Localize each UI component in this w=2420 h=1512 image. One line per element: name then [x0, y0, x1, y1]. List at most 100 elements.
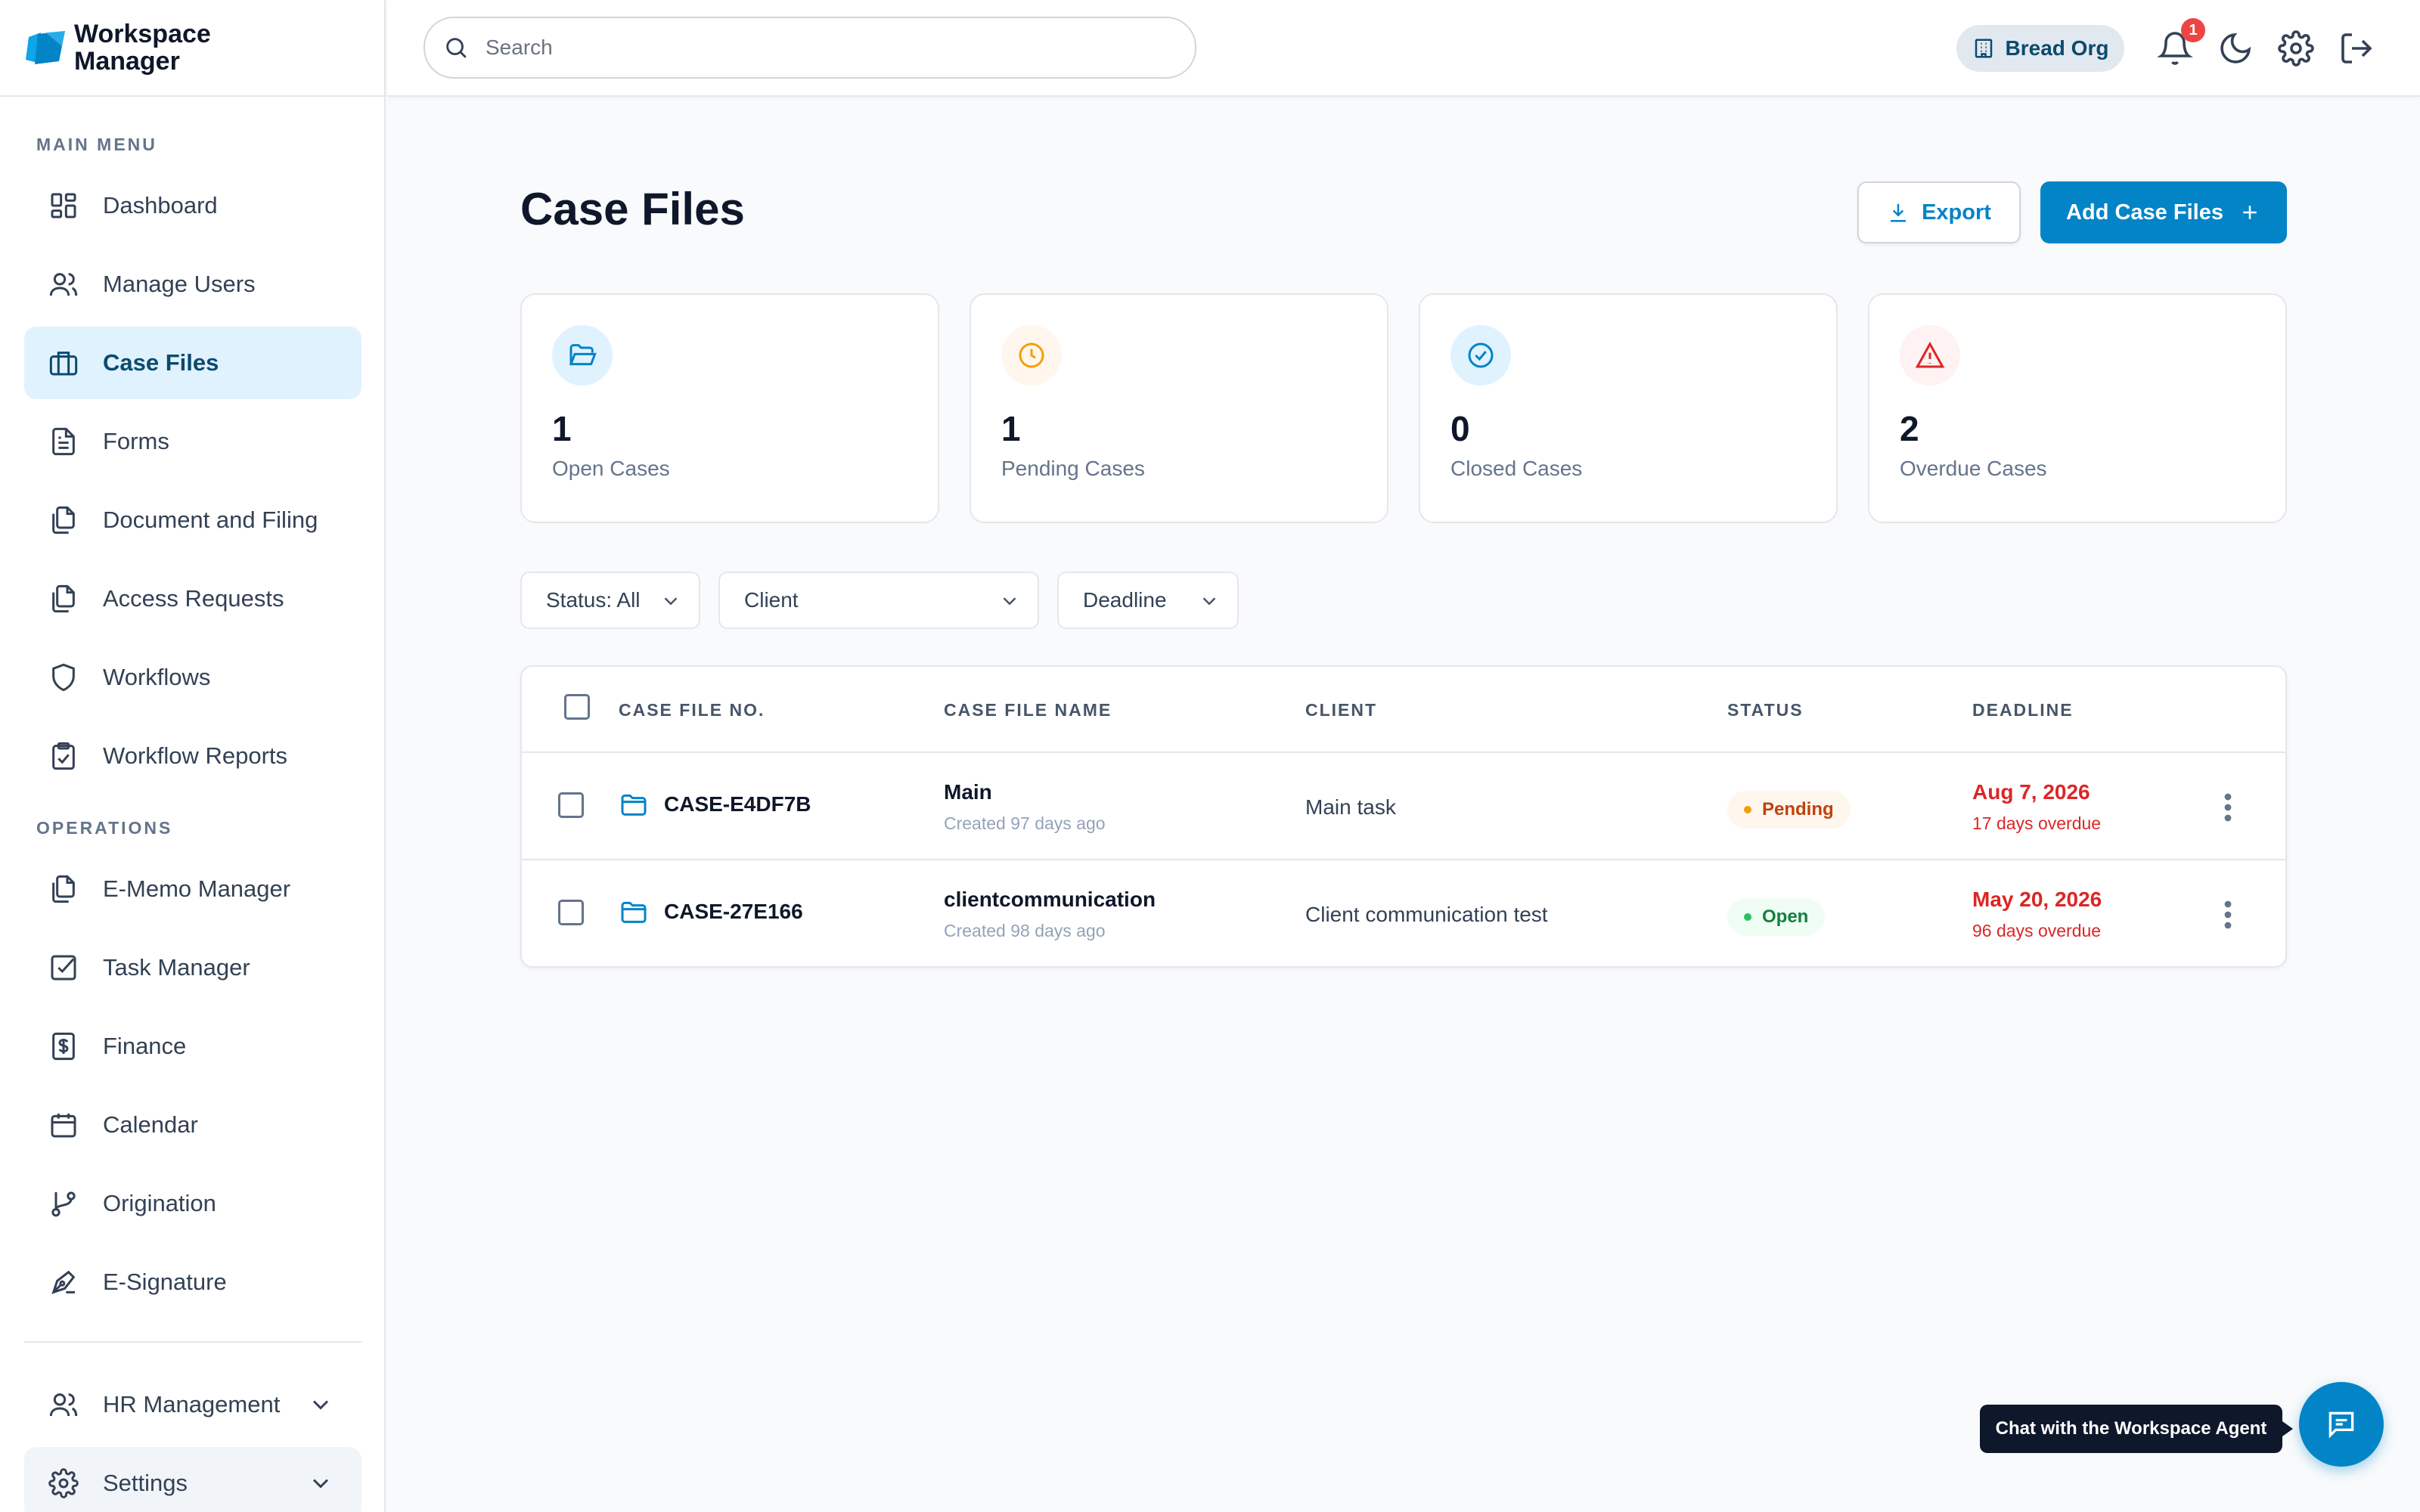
logout-icon[interactable]: [2338, 30, 2375, 67]
sidebar-item-label: Dashboard: [103, 192, 218, 218]
page-title: Case Files: [520, 184, 745, 234]
sidebar-item-label: Calendar: [103, 1111, 198, 1138]
users-icon: [49, 1393, 78, 1417]
documents-icon: [52, 584, 75, 613]
deadline-date: May 20, 2026: [1972, 888, 2102, 911]
row-checkbox[interactable]: [558, 900, 584, 925]
case-file-name[interactable]: Main: [944, 780, 992, 804]
filter-value: Status: All: [546, 588, 641, 612]
checkbox-icon: [51, 955, 76, 981]
sidebar-item-finance[interactable]: Finance: [24, 1010, 361, 1083]
sidebar-item-hr-management[interactable]: HR Management: [24, 1368, 361, 1441]
folder-icon: [621, 794, 647, 816]
sidebar-item-access-requests[interactable]: Access Requests: [24, 562, 361, 635]
stat-value: 2: [1900, 409, 1919, 448]
more-options-icon[interactable]: [2223, 900, 2232, 930]
sidebar-item-origination[interactable]: Origination: [24, 1167, 361, 1240]
sidebar-item-workflows[interactable]: Workflows: [24, 641, 361, 714]
column-header-status[interactable]: STATUS: [1727, 700, 1804, 720]
building-icon: [1975, 39, 1992, 58]
row-checkbox[interactable]: [558, 792, 584, 818]
chat-tooltip: Chat with the Workspace Agent: [1980, 1405, 2293, 1453]
form-icon: [52, 427, 75, 456]
sidebar-item-e-memo-manager[interactable]: E-Memo Manager: [24, 853, 361, 925]
chat-agent-button[interactable]: [2299, 1382, 2384, 1467]
stat-icon-circle: [1001, 325, 1062, 386]
case-file-name[interactable]: clientcommunication: [944, 888, 1156, 912]
operations-label: OPERATIONS: [36, 818, 173, 838]
sidebar-item-document-and-filing[interactable]: Document and Filing: [24, 484, 361, 556]
chevron-down-icon: [664, 597, 678, 606]
git-branch-icon: [51, 1191, 76, 1217]
stat-value: 1: [552, 409, 572, 448]
status-dot: [1744, 806, 1751, 813]
sidebar-item-label: Settings: [103, 1470, 188, 1496]
column-header-deadline[interactable]: DEADLINE: [1972, 700, 2074, 720]
calendar-icon: [51, 1114, 76, 1138]
client-filter[interactable]: Client: [718, 572, 1039, 629]
case-no-text: CASE-27E166: [664, 900, 803, 923]
sidebar-item-label: Workflow Reports: [103, 742, 288, 769]
chevron-down-icon[interactable]: [307, 1391, 334, 1418]
gear-icon[interactable]: [2278, 30, 2314, 67]
org-switcher[interactable]: Bread Org: [1956, 25, 2124, 72]
chevron-down-icon: [1202, 597, 1216, 606]
case-file-no[interactable]: CASE-27E166: [619, 897, 803, 927]
export-button[interactable]: Export: [1857, 181, 2021, 243]
status-text: Pending: [1762, 799, 1834, 820]
sidebar-item-forms[interactable]: Forms: [24, 405, 361, 478]
status-dot: [1744, 913, 1751, 921]
filter-value: Deadline: [1083, 588, 1167, 612]
search-input[interactable]: [486, 36, 1166, 60]
brand[interactable]: Workspace Manager: [0, 0, 384, 97]
sidebar-item-case-files[interactable]: Case Files: [24, 327, 361, 399]
sidebar-item-label: Document and Filing: [103, 507, 318, 533]
chat-icon: [2328, 1411, 2354, 1439]
case-file-no[interactable]: CASE-E4DF7B: [619, 789, 811, 820]
plus-icon: [2243, 206, 2257, 219]
sidebar-item-label: Case Files: [103, 349, 219, 376]
chevron-down-icon[interactable]: [307, 1470, 334, 1497]
clock-icon: [1019, 342, 1044, 368]
sidebar-item-manage-users[interactable]: Manage Users: [24, 248, 361, 321]
sidebar-item-label: Workflows: [103, 664, 211, 690]
client-name: Main task: [1305, 795, 1396, 819]
main-menu-label: MAIN MENU: [36, 135, 157, 154]
status-text: Open: [1762, 906, 1809, 927]
sidebar-item-settings[interactable]: Settings: [24, 1447, 361, 1512]
export-label: Export: [1922, 200, 1991, 225]
status-filter[interactable]: Status: All: [520, 572, 700, 629]
documents-icon: [52, 506, 75, 534]
sidebar-item-label: Task Manager: [103, 954, 250, 981]
sidebar-item-label: E-Memo Manager: [103, 875, 291, 902]
sidebar-item-task-manager[interactable]: Task Manager: [24, 931, 361, 1004]
sidebar-item-label: Access Requests: [103, 585, 284, 612]
brand-name: Workspace Manager: [74, 20, 211, 75]
add-case-files-button[interactable]: Add Case Files: [2040, 181, 2287, 243]
filter-value: Client: [744, 588, 799, 612]
gear-icon: [48, 1468, 79, 1498]
download-icon: [1891, 203, 1907, 222]
more-options-icon[interactable]: [2223, 792, 2232, 823]
sidebar-item-dashboard[interactable]: Dashboard: [24, 169, 361, 242]
sidebar-item-label: Forms: [103, 428, 169, 454]
column-header-case-name[interactable]: CASE FILE NAME: [944, 700, 1112, 720]
search-bar[interactable]: [424, 17, 1196, 79]
notification-badge: 1: [2181, 18, 2205, 42]
column-header-case-no[interactable]: CASE FILE NO.: [619, 700, 765, 720]
status-badge: Pending: [1727, 791, 1851, 829]
sidebar-item-calendar[interactable]: Calendar: [24, 1089, 361, 1161]
select-all-checkbox[interactable]: [564, 694, 590, 720]
sidebar-item-label: E-Signature: [103, 1269, 227, 1295]
column-header-client[interactable]: CLIENT: [1305, 700, 1377, 720]
case-created: Created 97 days ago: [944, 813, 1106, 833]
sidebar-item-e-signature[interactable]: E-Signature: [24, 1246, 361, 1318]
moon-icon[interactable]: [2217, 30, 2254, 67]
sidebar-item-workflow-reports[interactable]: Workflow Reports: [24, 720, 361, 792]
pen-icon: [51, 1270, 76, 1294]
add-label: Add Case Files: [2066, 200, 2223, 225]
overdue-text: 96 days overdue: [1972, 921, 2102, 940]
deadline-filter[interactable]: Deadline: [1057, 572, 1239, 629]
overdue-text: 17 days overdue: [1972, 813, 2102, 833]
case-no-text: CASE-E4DF7B: [664, 792, 811, 816]
